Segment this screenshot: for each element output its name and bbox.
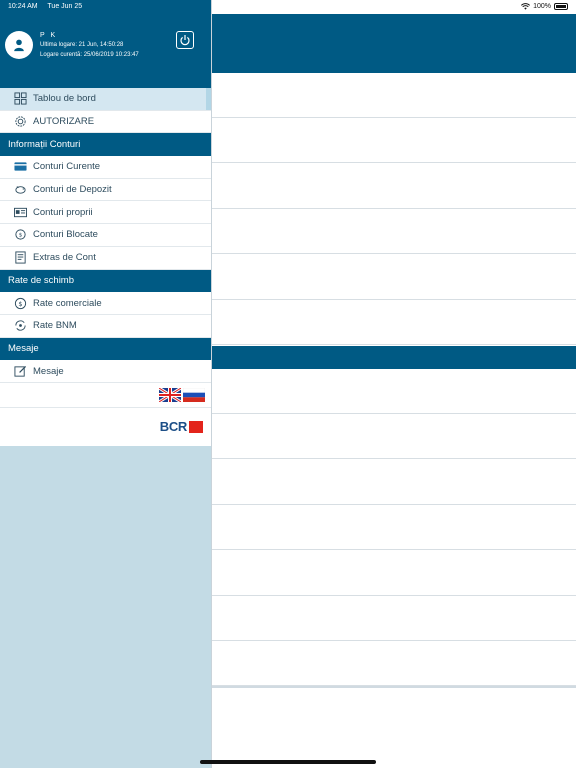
section-messages: Mesaje [0, 337, 211, 361]
menu-item-label: Rate comerciale [33, 297, 102, 309]
profile-name: P K [40, 32, 58, 39]
menu-item-messages[interactable]: Mesaje [0, 360, 211, 383]
menu-item-label: Mesaje [33, 365, 64, 377]
last-login-text: Ultima logare: 21 Jun, 14:50:28 [40, 42, 124, 48]
main-row[interactable] [212, 164, 576, 209]
main-bottom-divider [212, 686, 576, 688]
main-row[interactable] [212, 255, 576, 300]
menu-item-label: Extras de Cont [33, 252, 96, 264]
battery-percent: 100% [533, 3, 551, 10]
exchange-bnm-icon [14, 319, 27, 332]
main-row[interactable] [212, 209, 576, 254]
wifi-icon [521, 3, 531, 10]
status-bar: 10:24 AM Tue Jun 25 100% [0, 0, 576, 13]
piggy-bank-icon [14, 183, 27, 196]
id-card-icon [14, 206, 27, 219]
grid-icon [14, 92, 27, 105]
menu-item-label: Rate BNM [33, 320, 77, 332]
avatar[interactable] [5, 31, 33, 59]
main-row[interactable] [212, 369, 576, 414]
menu-item-deposit-accounts[interactable]: Conturi de Depozit [0, 178, 211, 202]
logo-square-icon [189, 420, 203, 433]
power-icon [180, 35, 190, 46]
menu-item-blocked-accounts[interactable]: $ Conturi Blocate [0, 224, 211, 247]
svg-text:$: $ [18, 299, 22, 307]
menu-item-dashboard[interactable]: Tablou de bord [0, 88, 211, 111]
menu-item-statement[interactable]: Extras de Cont [0, 246, 211, 270]
section-accounts: Informații Conturi [0, 133, 211, 157]
svg-text:$: $ [19, 233, 23, 239]
russia-flag-icon[interactable] [183, 387, 205, 402]
logout-button[interactable] [176, 31, 194, 49]
menu-item-label: Conturi de Depozit [33, 184, 112, 196]
section-exchange-rates: Rate de schimb [0, 269, 211, 293]
main-header-band [212, 14, 576, 73]
lock-coin-icon: $ [14, 228, 27, 241]
brand-logo: BCR [0, 408, 211, 446]
navigation-drawer: P K Ultima logare: 21 Jun, 14:50:28 Loga… [0, 0, 211, 768]
home-indicator[interactable] [200, 760, 376, 764]
menu-item-own-accounts[interactable]: Conturi proprii [0, 201, 211, 225]
card-icon [14, 160, 27, 173]
current-login-text: Logare curentă: 25/06/2019 10:23:47 [40, 52, 139, 58]
exchange-icon: $ [14, 297, 27, 310]
menu-item-label: Conturi Curente [33, 161, 101, 173]
menu-item-authorization[interactable]: AUTORIZARE [0, 110, 211, 134]
menu-item-bnm-rates[interactable]: Rate BNM [0, 314, 211, 338]
battery-icon [554, 3, 568, 10]
main-row[interactable] [212, 118, 576, 163]
menu-item-commercial-rates[interactable]: $ Rate comerciale [0, 292, 211, 315]
uk-flag-icon[interactable] [159, 387, 181, 402]
menu-item-label: AUTORIZARE [33, 116, 95, 128]
main-row[interactable] [212, 505, 576, 550]
main-row[interactable] [212, 596, 576, 641]
language-switcher [0, 383, 211, 408]
main-row[interactable] [212, 414, 576, 459]
gear-icon [14, 115, 27, 128]
main-panel [211, 0, 576, 768]
profile-header: P K Ultima logare: 21 Jun, 14:50:28 Loga… [0, 0, 211, 88]
main-section-band [212, 346, 576, 369]
drawer-menu: Tablou de bord AUTORIZARE Informații Con… [0, 88, 211, 446]
menu-item-current-accounts[interactable]: Conturi Curente [0, 156, 211, 179]
user-icon [14, 39, 24, 52]
statement-icon [14, 251, 27, 264]
status-time: 10:24 AM [8, 3, 38, 10]
main-row[interactable] [212, 460, 576, 505]
menu-item-label: Conturi proprii [33, 206, 93, 218]
main-row[interactable] [212, 73, 576, 118]
menu-item-label: Conturi Blocate [33, 229, 98, 241]
main-row[interactable] [212, 641, 576, 686]
main-row[interactable] [212, 300, 576, 345]
logo-text: BCR [159, 419, 188, 435]
menu-item-label: Tablou de bord [33, 93, 96, 105]
status-date: Tue Jun 25 [47, 3, 83, 10]
main-row[interactable] [212, 551, 576, 596]
edit-icon [14, 365, 27, 378]
